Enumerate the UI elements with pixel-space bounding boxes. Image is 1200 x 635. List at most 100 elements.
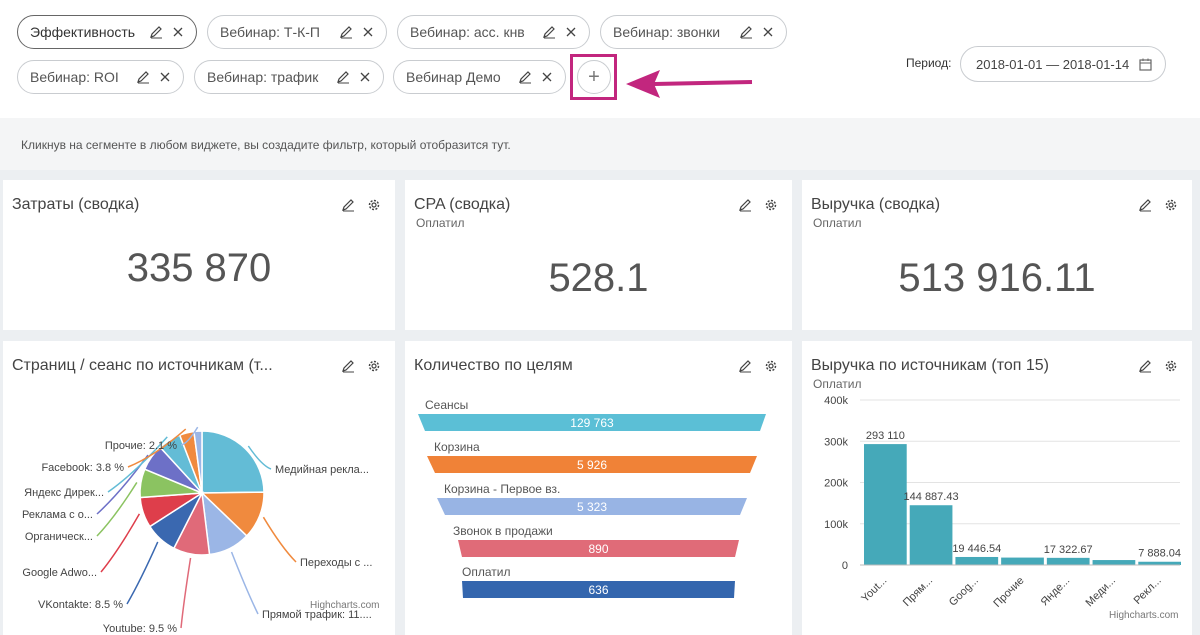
period-picker[interactable]: 2018-01-01 — 2018-01-14 — [960, 46, 1166, 82]
pie-label: VKontakte: 8.5 % — [38, 599, 123, 611]
pie-label: Youtube: 9.5 % — [103, 623, 177, 635]
pie-label: Яндекс Дирек... — [24, 487, 104, 499]
widget-subtitle: Оплатил — [813, 216, 862, 230]
pie-connector — [126, 541, 159, 605]
pie-label: Google Adwo... — [22, 567, 97, 579]
pie-chart[interactable]: Медийная рекла...Переходы с ...Прямой тр… — [3, 381, 395, 635]
close-icon[interactable] — [357, 69, 373, 85]
hint-text: Кликнув на сегменте в любом виджете, вы … — [21, 138, 511, 152]
pie-connector — [100, 513, 141, 573]
widget-revenue[interactable]: Выручка (сводка) Оплатил 513 916.11 — [802, 180, 1192, 330]
add-filter-highlight: + — [570, 54, 617, 100]
funnel-value-label: 636 — [588, 583, 608, 597]
settings-gear-icon[interactable] — [367, 359, 381, 378]
widget-costs[interactable]: Затраты (сводка) 335 870 — [3, 180, 395, 330]
x-category-label: Прям... — [901, 575, 935, 609]
pie-label: Прочие: 2.1 % — [105, 440, 177, 452]
close-icon[interactable] — [170, 24, 186, 40]
y-tick-label: 400k — [824, 395, 848, 407]
filter-chip[interactable]: Вебинар: трафик — [194, 60, 384, 94]
edit-icon[interactable] — [335, 69, 351, 85]
widget-subtitle: Оплатил — [416, 216, 465, 230]
bar[interactable] — [864, 444, 907, 565]
edit-icon[interactable] — [541, 24, 557, 40]
bar-data-label: 17 322.67 — [1044, 544, 1093, 556]
pie-connector — [230, 551, 259, 615]
pie-label: Facebook: 3.8 % — [41, 462, 124, 474]
pie-label: Органическ... — [25, 531, 93, 543]
edit-icon[interactable] — [341, 359, 355, 378]
y-tick-label: 300k — [824, 436, 848, 448]
funnel-value-label: 5 926 — [577, 458, 607, 472]
bar-data-label: 293 110 — [866, 430, 905, 442]
pie-slice[interactable] — [201, 430, 265, 494]
highcharts-credit[interactable]: Highcharts.com — [1109, 610, 1178, 621]
widget-value: 335 870 — [126, 246, 272, 290]
close-icon[interactable] — [760, 24, 776, 40]
filter-chip-label: Вебинар: ROI — [30, 69, 119, 85]
x-category-label: Меди... — [1083, 575, 1118, 610]
filter-chip-label: Вебинар: звонки — [613, 24, 721, 40]
widget-title: CPA (сводка) — [414, 196, 511, 213]
bar-data-label: 7 888.04 — [1138, 548, 1181, 560]
filter-chip[interactable]: Вебинар: асс. кнв — [397, 15, 590, 49]
widget-goals-funnel[interactable]: Количество по целям 129 763 5 926 5 323 890… — [405, 341, 792, 635]
bar-data-label: 144 887.43 — [904, 491, 959, 503]
calendar-icon — [1139, 58, 1152, 71]
filter-chip[interactable]: Вебинар Демо — [393, 60, 566, 94]
funnel-category-label: Корзина - Первое вз. — [444, 482, 561, 496]
bar[interactable] — [955, 556, 999, 565]
edit-icon[interactable] — [738, 24, 754, 40]
edit-icon[interactable] — [517, 69, 533, 85]
pie-label: Переходы с ... — [300, 557, 372, 569]
close-icon[interactable] — [539, 69, 555, 85]
bar[interactable] — [1092, 560, 1136, 565]
widget-title: Выручка (сводка) — [811, 196, 941, 213]
edit-icon[interactable] — [1138, 198, 1152, 217]
edit-icon[interactable] — [148, 24, 164, 40]
settings-gear-icon[interactable] — [764, 198, 778, 217]
filter-chip-label: Эффективность — [30, 24, 136, 40]
highcharts-credit[interactable]: Highcharts.com — [310, 600, 379, 611]
funnel-category-label: Сеансы — [425, 398, 469, 412]
edit-icon[interactable] — [135, 69, 151, 85]
settings-gear-icon[interactable] — [1164, 198, 1178, 217]
widget-pages-pie[interactable]: Страниц / сеанс по источникам (т... Меди… — [3, 341, 395, 635]
filter-chip[interactable]: Вебинар: Т-К-П — [207, 15, 387, 49]
add-filter-button[interactable]: + — [577, 60, 611, 94]
bar-chart[interactable]: 0 100k 200k 300k 400k 293 110 Yout... 144 887.4… — [802, 341, 1192, 635]
close-icon[interactable] — [157, 69, 173, 85]
bar[interactable] — [909, 505, 953, 565]
arrow-pointer-icon — [626, 70, 753, 98]
bar[interactable] — [1001, 557, 1044, 565]
close-icon[interactable] — [360, 24, 376, 40]
funnel-category-label: Звонок в продажи — [453, 524, 553, 538]
x-category-label: Yout... — [859, 575, 889, 605]
funnel-category-label: Оплатил — [462, 565, 511, 579]
pie-connector — [262, 516, 297, 563]
filter-chip[interactable]: Вебинар: звонки — [600, 15, 787, 49]
edit-icon[interactable] — [341, 198, 355, 217]
settings-gear-icon[interactable] — [367, 198, 381, 217]
widget-title: Страниц / сеанс по источникам (т... — [12, 357, 273, 374]
widget-value: 513 916.11 — [898, 256, 1096, 300]
pie-connector — [180, 557, 192, 629]
funnel-value-label: 5 323 — [577, 500, 607, 514]
widget-revenue-sources[interactable]: Выручка по источникам (топ 15) Оплатил 0… — [802, 341, 1192, 635]
filter-chip[interactable]: Эффективность — [17, 15, 197, 49]
pie-label: Реклама с о... — [22, 509, 93, 521]
edit-icon[interactable] — [338, 24, 354, 40]
funnel-chart[interactable]: 129 763 5 926 5 323 890 636 — [405, 341, 792, 601]
close-icon[interactable] — [563, 24, 579, 40]
filter-chip[interactable]: Вебинар: ROI — [17, 60, 184, 94]
x-category-label: Goog... — [947, 575, 981, 609]
y-tick-label: 0 — [842, 560, 848, 572]
edit-icon[interactable] — [738, 198, 752, 217]
x-category-label: Рекл... — [1132, 575, 1164, 607]
filter-chip-label: Вебинар Демо — [406, 69, 501, 85]
x-category-label: Прочие — [991, 575, 1026, 610]
y-tick-label: 100k — [824, 519, 848, 531]
filter-chip-label: Вебинар: Т-К-П — [220, 24, 320, 40]
widget-cpa[interactable]: CPA (сводка) Оплатил 528.1 — [405, 180, 792, 330]
bar[interactable] — [1046, 557, 1090, 565]
